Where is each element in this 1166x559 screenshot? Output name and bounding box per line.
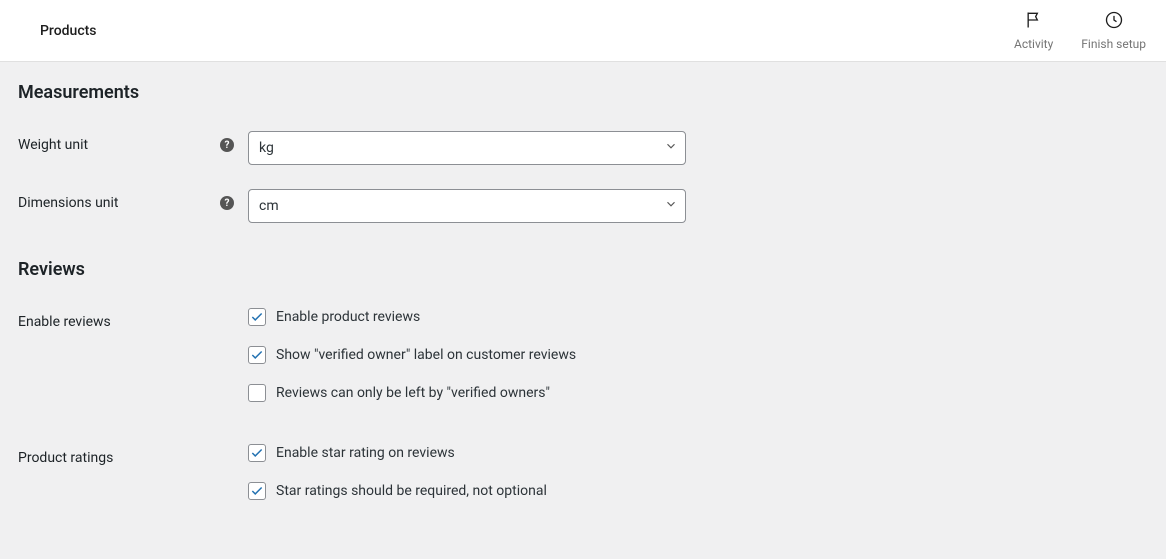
verified-owners-only-option[interactable]: Reviews can only be left by "verified ow… [248, 384, 576, 402]
enable-product-reviews-option[interactable]: Enable product reviews [248, 308, 576, 326]
weight-unit-select[interactable]: kg [248, 131, 686, 165]
checkbox[interactable] [248, 482, 266, 500]
enable-reviews-controls: Enable product reviews Show "verified ow… [248, 308, 576, 402]
product-ratings-label-col: Product ratings [18, 444, 248, 466]
checkbox[interactable] [248, 308, 266, 326]
help-icon[interactable]: ? [220, 138, 234, 152]
weight-unit-row: Weight unit ? kg [18, 131, 1148, 165]
enable-reviews-row: Enable reviews Enable product reviews Sh… [18, 308, 1148, 402]
product-ratings-row: Product ratings Enable star rating on re… [18, 444, 1148, 500]
checkbox-label: Show "verified owner" label on customer … [276, 347, 576, 363]
enable-reviews-label-col: Enable reviews [18, 308, 248, 330]
flag-icon [1024, 10, 1044, 33]
dimensions-unit-select[interactable]: cm [248, 189, 686, 223]
product-ratings-controls: Enable star rating on reviews Star ratin… [248, 444, 547, 500]
checkbox-label: Star ratings should be required, not opt… [276, 483, 547, 499]
finish-setup-label: Finish setup [1081, 37, 1146, 51]
dimensions-unit-label-col: Dimensions unit ? [18, 189, 248, 211]
content: Measurements Weight unit ? kg Dimensions… [0, 62, 1166, 544]
verified-owner-label-option[interactable]: Show "verified owner" label on customer … [248, 346, 576, 364]
weight-unit-label-col: Weight unit ? [18, 131, 248, 153]
activity-label: Activity [1014, 37, 1053, 51]
finish-setup-button[interactable]: Finish setup [1081, 10, 1146, 51]
topbar-actions: Activity Finish setup [1014, 10, 1146, 51]
weight-unit-control: kg [248, 131, 686, 165]
product-ratings-label: Product ratings [18, 450, 113, 466]
weight-unit-label: Weight unit [18, 137, 88, 153]
dimensions-unit-value: cm [259, 198, 279, 214]
checkbox-label: Enable star rating on reviews [276, 445, 455, 461]
weight-unit-value: kg [259, 140, 274, 156]
enable-star-rating-option[interactable]: Enable star rating on reviews [248, 444, 547, 462]
page-title: Products [40, 23, 97, 39]
measurements-heading: Measurements [18, 82, 1148, 103]
star-rating-required-option[interactable]: Star ratings should be required, not opt… [248, 482, 547, 500]
checkbox[interactable] [248, 384, 266, 402]
activity-button[interactable]: Activity [1014, 10, 1053, 51]
help-icon[interactable]: ? [220, 196, 234, 210]
dimensions-unit-row: Dimensions unit ? cm [18, 189, 1148, 223]
checkbox-label: Reviews can only be left by "verified ow… [276, 385, 550, 401]
checkbox[interactable] [248, 444, 266, 462]
checkbox-label: Enable product reviews [276, 309, 420, 325]
dimensions-unit-control: cm [248, 189, 686, 223]
checkbox[interactable] [248, 346, 266, 364]
dimensions-unit-label: Dimensions unit [18, 195, 119, 211]
reviews-heading: Reviews [18, 259, 1148, 280]
clock-icon [1104, 10, 1124, 33]
enable-reviews-label: Enable reviews [18, 314, 111, 330]
topbar: Products Activity Finish setup [0, 0, 1166, 62]
